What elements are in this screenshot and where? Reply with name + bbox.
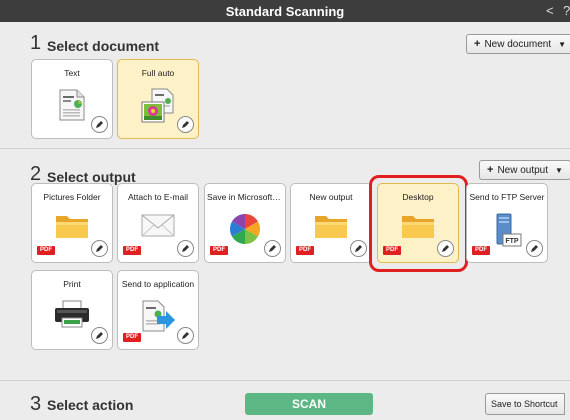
edit-pencil-icon[interactable] — [177, 116, 194, 133]
edit-pencil-icon[interactable] — [91, 240, 108, 257]
image-document-icon — [141, 88, 174, 123]
output-card-label: Save in Microsoft S... — [207, 192, 283, 202]
back-arrow-icon[interactable]: < — [546, 3, 554, 18]
edit-pencil-icon[interactable] — [91, 327, 108, 344]
new-document-label: New document — [484, 38, 552, 50]
pdf-badge: PDF — [210, 246, 228, 255]
folder-icon — [56, 216, 88, 238]
output-card-save-microsoft[interactable]: Save in Microsoft S... PDF — [204, 183, 286, 263]
svg-text:FTP: FTP — [505, 238, 519, 245]
selection-highlight — [369, 175, 468, 272]
edit-pencil-icon[interactable] — [177, 327, 194, 344]
edit-pencil-icon[interactable] — [177, 240, 194, 257]
output-card-label: Send to FTP Server — [469, 192, 545, 202]
printer-icon — [55, 300, 89, 328]
document-card-label: Full auto — [141, 68, 175, 78]
plus-icon: + — [487, 164, 494, 176]
window-title: Standard Scanning — [225, 4, 345, 19]
document-card-full-auto[interactable]: Full auto — [117, 59, 199, 139]
output-card-print[interactable]: Print — [31, 270, 113, 350]
output-card-label: Attach to E-mail — [128, 192, 188, 202]
section-divider — [0, 148, 570, 149]
sharepoint-icon — [229, 214, 261, 244]
dropdown-caret-icon: ▼ — [558, 39, 567, 49]
plus-icon: + — [474, 38, 481, 50]
edit-pencil-icon[interactable] — [350, 240, 367, 257]
title-bar: Standard Scanning < ? — [0, 0, 570, 22]
pdf-badge: PDF — [123, 333, 141, 342]
step-1-number: 1 — [30, 32, 42, 54]
new-output-label: New output — [497, 164, 549, 176]
output-card-label: New output — [309, 192, 353, 202]
step-3-number: 3 — [30, 393, 42, 415]
document-card-text[interactable]: Text — [31, 59, 113, 139]
pdf-badge: PDF — [37, 246, 55, 255]
output-card-label: Pictures Folder — [43, 192, 101, 202]
output-card-pictures-folder[interactable]: Pictures Folder PDF — [31, 183, 113, 263]
scan-button[interactable]: SCAN — [245, 393, 373, 415]
output-card-new-output[interactable]: New output PDF — [290, 183, 372, 263]
text-document-icon — [59, 89, 85, 121]
folder-icon — [315, 216, 347, 238]
document-card-label: Text — [64, 68, 80, 78]
new-document-button[interactable]: + New document ▼ — [466, 34, 570, 54]
send-to-application-icon — [142, 300, 175, 332]
new-output-button[interactable]: + New output ▼ — [479, 160, 570, 180]
output-card-label: Print — [63, 279, 81, 289]
ftp-server-icon: FTP — [496, 213, 522, 247]
pdf-badge: PDF — [296, 246, 314, 255]
dropdown-caret-icon: ▼ — [555, 165, 563, 175]
pdf-badge: PDF — [123, 246, 141, 255]
envelope-icon — [141, 214, 175, 237]
output-card-attach-email[interactable]: Attach to E-mail PDF — [117, 183, 199, 263]
help-icon[interactable]: ? — [563, 3, 570, 18]
edit-pencil-icon[interactable] — [526, 240, 543, 257]
output-card-label: Send to application — [121, 279, 195, 289]
step-1-label: Select document — [47, 38, 160, 54]
edit-pencil-icon[interactable] — [91, 116, 108, 133]
output-card-ftp-server[interactable]: Send to FTP Server FTP PDF — [466, 183, 548, 263]
edit-pencil-icon[interactable] — [264, 240, 281, 257]
save-to-shortcut-button[interactable]: Save to Shortcut — [485, 393, 565, 415]
output-card-send-to-application[interactable]: Send to application PDF — [117, 270, 199, 350]
section-divider — [0, 380, 570, 381]
pdf-badge: PDF — [472, 246, 490, 255]
step-3-label: Select action — [47, 397, 134, 413]
